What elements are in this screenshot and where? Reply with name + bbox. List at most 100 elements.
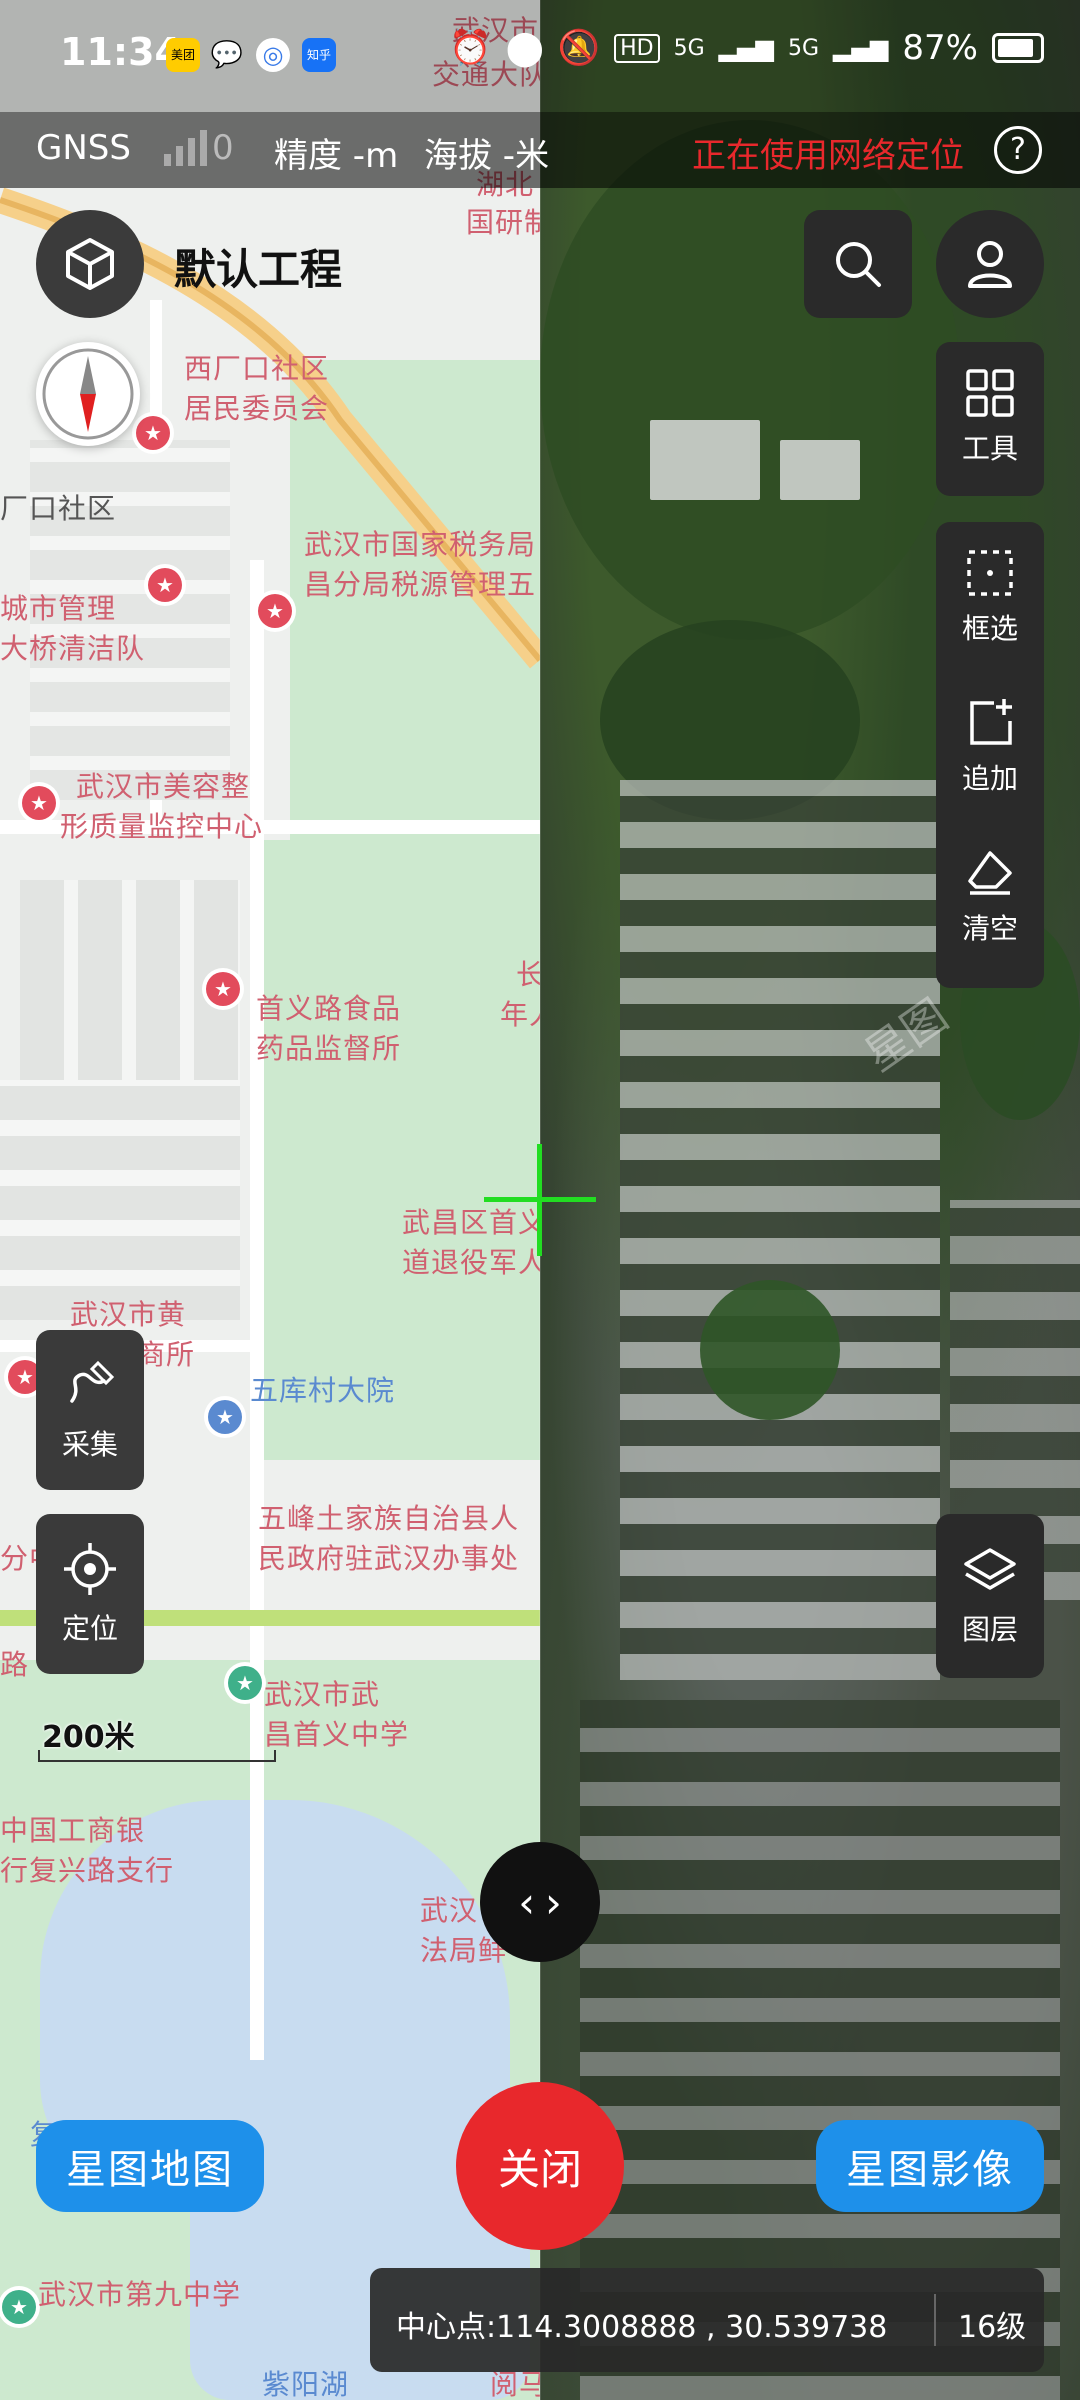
vegetation — [700, 1280, 840, 1420]
poi-label[interactable]: 武汉市武 — [264, 1676, 380, 1714]
gnss-status-bar: GNSS 0 精度 -m 海拔 -米 正在使用网络定位 ? — [0, 112, 1080, 188]
box-select-icon — [967, 550, 1013, 596]
account-button[interactable] — [936, 210, 1044, 318]
tools-button[interactable]: 工具 — [936, 342, 1044, 492]
imagery-source-button[interactable]: 星图影像 — [816, 2120, 1044, 2212]
precision-readout: 精度 -m — [274, 136, 399, 176]
divider — [934, 2294, 936, 2346]
poi-label[interactable]: 昌首义中学 — [264, 1716, 409, 1754]
layers-button[interactable]: 图层 — [936, 1514, 1044, 1678]
help-icon[interactable]: ? — [994, 126, 1042, 174]
poi-label[interactable]: 武汉市美容整 — [76, 768, 250, 806]
poi-label[interactable]: 武汉市国家税务局 — [304, 526, 536, 564]
building — [780, 440, 860, 500]
clear-button[interactable]: 清空 — [936, 822, 1044, 972]
poi-pin[interactable] — [22, 786, 56, 820]
mute-icon: 🔕 — [557, 28, 601, 68]
poi-label[interactable]: 居民委员会 — [184, 390, 329, 428]
center-point-readout: 中心点:114.3008888 , 30.539738 — [396, 2310, 888, 2345]
gnss-label: GNSS — [36, 128, 131, 168]
box-select-button[interactable]: 框选 — [936, 522, 1044, 672]
poi-label[interactable]: 首义路食品 — [256, 990, 401, 1028]
collect-path-icon — [70, 1360, 115, 1403]
layers-label: 图层 — [961, 1613, 1018, 1646]
poi-label[interactable]: 西厂口社区 — [184, 350, 329, 388]
locate-button[interactable]: 定位 — [36, 1514, 144, 1674]
poi-label[interactable]: 大桥清洁队 — [0, 630, 145, 668]
hd-icon: HD — [614, 33, 660, 63]
satellite-count: 0 — [212, 128, 234, 168]
poi-label[interactable]: 武昌区首义 — [402, 1204, 540, 1242]
eraser-icon — [968, 851, 1012, 895]
network-location-status: 正在使用网络定位 — [692, 136, 964, 176]
project-button[interactable] — [36, 210, 144, 318]
poi-label[interactable]: 年人 — [500, 996, 540, 1034]
poi-label[interactable]: 厂口社区 — [0, 490, 116, 528]
search-icon — [836, 242, 881, 287]
append-button[interactable]: 追加 — [936, 672, 1044, 822]
poi-label[interactable]: 武汉市黄 — [70, 1296, 186, 1334]
poi-label[interactable]: 城市管理 — [0, 590, 116, 628]
status-time: 11:34 — [60, 30, 181, 74]
compass-icon — [42, 348, 134, 440]
crosshair-icon-vertical — [537, 1144, 542, 1256]
vegetation — [540, 120, 960, 640]
append-label: 追加 — [961, 762, 1018, 795]
poi-pin[interactable] — [2, 2290, 36, 2324]
project-title[interactable]: 默认工程 — [174, 236, 342, 297]
poi-pin[interactable] — [206, 972, 240, 1006]
layers-icon — [964, 1548, 1016, 1590]
add-square-icon — [970, 699, 1012, 745]
road — [250, 560, 264, 2060]
split-drag-handle[interactable]: ‹ › — [480, 1842, 600, 1962]
selection-panel: 框选 追加 清空 — [936, 522, 1044, 988]
poi-label[interactable]: 形质量监控中心 — [60, 808, 263, 846]
status-indicators: ⏰ ⬤ 🔕 HD 5G ▂▄▆ 5G ▂▄▆ 87% — [449, 28, 1044, 68]
message-app-icon: 💬 — [210, 40, 244, 70]
poi-pin[interactable] — [208, 1400, 242, 1434]
poi-pin[interactable] — [148, 568, 182, 602]
tools-label: 工具 — [961, 432, 1018, 465]
chevron-right-icon: › — [545, 1877, 562, 1927]
poi-label[interactable]: 长 — [516, 956, 540, 994]
map-source-button[interactable]: 星图地图 — [36, 2120, 264, 2212]
alarm-icon: ⏰ — [449, 28, 492, 68]
scale-bar — [38, 1750, 276, 1762]
poi-label[interactable]: 路 — [0, 1646, 29, 1684]
poi-pin[interactable] — [136, 416, 170, 450]
poi-label[interactable]: 紫阳湖 — [262, 2366, 349, 2400]
collect-button[interactable]: 采集 — [36, 1330, 144, 1490]
chevron-left-icon: ‹ — [518, 1877, 535, 1927]
cube-icon — [66, 238, 114, 290]
signal-icon: ▂▄▆ — [718, 34, 774, 62]
close-compare-button[interactable]: 关闭 — [456, 2082, 624, 2250]
poi-label[interactable]: 中国工商银 — [0, 1812, 145, 1850]
residential-buildings — [620, 780, 940, 1680]
meituan-app-icon: 美团 — [166, 38, 200, 72]
poi-label[interactable]: 药品监督所 — [256, 1030, 401, 1068]
search-button[interactable] — [804, 210, 912, 318]
poi-label[interactable]: 武汉 — [420, 1892, 478, 1930]
map-info-bar: 中心点:114.3008888 , 30.539738 16级 — [370, 2268, 1044, 2372]
compass-button[interactable] — [36, 342, 140, 446]
browser-app-icon: ◎ — [256, 38, 290, 72]
poi-label[interactable]: 五库村大院 — [250, 1372, 395, 1410]
user-icon — [968, 241, 1012, 288]
poi-label[interactable]: 五峰土家族自治县人 — [258, 1500, 519, 1538]
poi-pin[interactable] — [258, 594, 292, 628]
tools-panel: 工具 — [936, 342, 1044, 496]
battery-icon — [992, 33, 1044, 63]
layers-panel: 图层 — [936, 1514, 1044, 1678]
poi-label[interactable]: 道退役军人 — [402, 1244, 540, 1282]
grid-icon — [966, 369, 1014, 417]
poi-pin[interactable] — [228, 1666, 262, 1700]
poi-label[interactable]: 国研制 — [466, 204, 540, 242]
poi-label[interactable]: 民政府驻武汉办事处 — [258, 1540, 519, 1578]
poi-label[interactable]: 武汉市第九中学 — [38, 2276, 241, 2314]
satellite-signal-icon — [164, 126, 207, 166]
poi-label[interactable]: 昌分局税源管理五 — [304, 566, 536, 604]
collect-label: 采集 — [61, 1428, 118, 1461]
status-bar: 11:34 美团 💬 ◎ 知乎 ⏰ ⬤ 🔕 HD 5G ▂▄▆ 5G ▂▄▆ 8… — [0, 0, 1080, 112]
building-block — [0, 1080, 240, 1320]
poi-label[interactable]: 行复兴路支行 — [0, 1852, 174, 1890]
